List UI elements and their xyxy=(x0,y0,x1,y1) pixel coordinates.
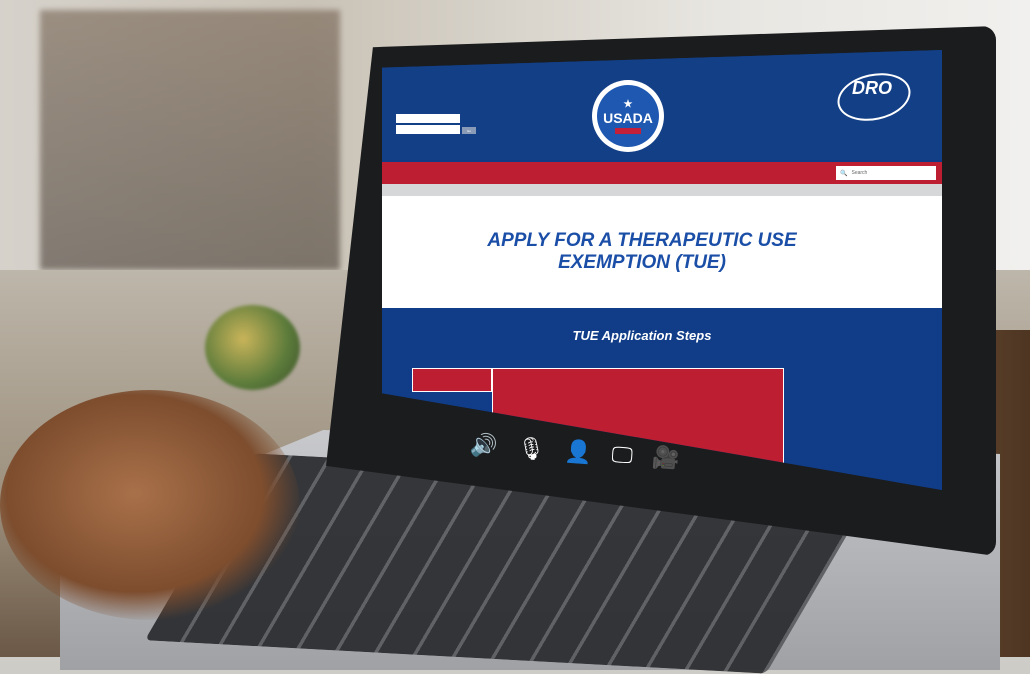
hand xyxy=(0,390,300,620)
notice-bar xyxy=(382,184,942,196)
person-icon: 👤 xyxy=(563,438,593,466)
username-input[interactable] xyxy=(396,114,460,123)
steps-title: TUE Application Steps xyxy=(572,328,712,343)
hero-section: APPLY FOR A THERAPEUTIC USE EXEMPTION (T… xyxy=(382,196,942,308)
step-item-1[interactable] xyxy=(412,368,492,392)
site-header: Go ★ USADA DRO xyxy=(382,50,942,160)
flag-stripe xyxy=(615,127,641,134)
login-form: Go xyxy=(396,112,476,136)
main-nav: 🔍 Search xyxy=(382,162,942,184)
step-panel-heading xyxy=(493,369,783,381)
speaker-icon: 🔊 xyxy=(469,432,499,460)
video-camera-icon: 🎥 xyxy=(651,444,681,472)
dro-logo[interactable]: DRO xyxy=(842,78,902,112)
usada-logo-inner: ★ USADA xyxy=(597,85,659,147)
monitor-icon: 🖵 xyxy=(610,442,634,469)
decorative-ball xyxy=(205,305,300,390)
search-input[interactable]: 🔍 Search xyxy=(836,166,936,180)
page-title: APPLY FOR A THERAPEUTIC USE EXEMPTION (T… xyxy=(487,230,797,273)
search-icon: 🔍 xyxy=(840,170,848,177)
star-icon: ★ xyxy=(623,98,633,110)
background-shelf xyxy=(40,10,340,270)
usada-logo[interactable]: ★ USADA xyxy=(592,80,664,152)
usada-logo-text: USADA xyxy=(603,109,653,126)
microphone-icon: 🎙 xyxy=(516,435,546,463)
login-button[interactable]: Go xyxy=(462,127,476,134)
search-placeholder: Search xyxy=(851,170,868,176)
password-input[interactable] xyxy=(396,125,460,134)
